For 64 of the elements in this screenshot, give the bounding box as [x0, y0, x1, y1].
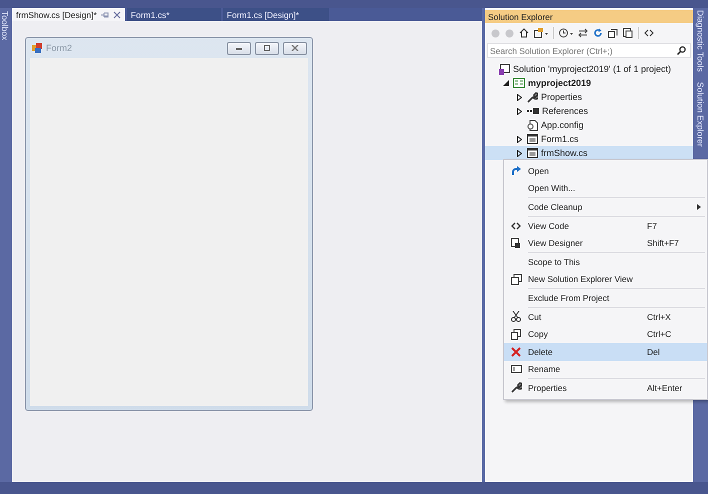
menu-item[interactable]: Code Cleanup	[504, 198, 707, 216]
wrench-icon	[527, 92, 538, 102]
menu-item[interactable]: Delete Del	[504, 342, 707, 361]
tree-item[interactable]: Solution 'myproject2019' (1 of 1 project)	[485, 62, 693, 76]
tree-item[interactable]: App.config	[485, 118, 693, 132]
scissors-icon	[511, 311, 521, 322]
menu-item[interactable]: Rename	[504, 360, 707, 378]
tree-item[interactable]: Form1.cs	[485, 132, 693, 146]
menu-item[interactable]: Cut Ctrl+X	[504, 308, 707, 326]
minimize-button[interactable]	[227, 42, 251, 54]
menu-item[interactable]: Exclude From Project	[504, 289, 707, 307]
menu-item[interactable]: New Solution Explorer View	[504, 270, 707, 288]
copy-icon	[511, 328, 521, 340]
code-icon[interactable]	[644, 28, 654, 38]
wrench-icon	[510, 382, 522, 394]
expanded-arrow-icon[interactable]	[503, 80, 509, 86]
form-icon	[32, 42, 43, 54]
csharp-project-icon	[513, 78, 525, 88]
search-icon[interactable]	[677, 46, 686, 55]
maximize-button[interactable]	[255, 42, 279, 54]
side-tab[interactable]: Solution Explorer	[696, 82, 706, 146]
minimize-icon	[235, 45, 243, 51]
menu-item[interactable]: Copy Ctrl+C	[504, 325, 707, 343]
show-all-files-icon[interactable]	[623, 28, 633, 38]
maximize-icon	[263, 45, 271, 51]
document-tab[interactable]: Form1.cs [Design]*	[222, 8, 330, 21]
config-file-icon	[527, 120, 538, 130]
home-icon[interactable]	[519, 28, 529, 38]
windows-icon	[510, 274, 522, 285]
redo-arrow-icon	[511, 166, 521, 176]
pin-icon[interactable]	[100, 10, 109, 18]
rename-icon	[510, 365, 522, 374]
menu-item[interactable]: Open	[504, 162, 707, 180]
side-tab[interactable]: Diagnostic Tools	[696, 10, 706, 72]
menu-item[interactable]: View Designer Shift+F7	[504, 234, 707, 252]
code-icon	[511, 222, 521, 230]
references-icon	[527, 107, 539, 115]
tree-item[interactable]: myproject2019	[485, 76, 693, 90]
tree-item[interactable]: References	[485, 104, 693, 118]
submenu-arrow-icon	[697, 204, 701, 210]
document-tab[interactable]: frmShow.cs [Design]*	[12, 8, 125, 21]
collapse-all-icon[interactable]	[608, 28, 618, 38]
panel-title: Solution Explorer	[488, 12, 553, 22]
document-tab[interactable]: Form1.cs*	[126, 8, 221, 21]
menu-item[interactable]: Open With...	[504, 180, 707, 198]
switch-views-icon[interactable]	[534, 28, 548, 38]
clock-icon[interactable]	[559, 28, 573, 38]
close-button[interactable]	[283, 42, 307, 54]
toolbox-tab[interactable]: Toolbox	[0, 11, 10, 40]
designer-icon	[511, 238, 521, 248]
sync-icon[interactable]	[578, 28, 588, 38]
form-file-icon	[527, 134, 538, 144]
form-title: Form2	[46, 43, 72, 53]
solution-icon	[499, 64, 510, 74]
menu-item[interactable]: Properties Alt+Enter	[504, 379, 707, 397]
tree-item[interactable]: frmShow.cs	[485, 146, 693, 160]
refresh-icon[interactable]	[593, 28, 603, 38]
menu-item[interactable]: View Code F7	[504, 216, 707, 234]
close-icon[interactable]	[112, 10, 121, 18]
delete-x-icon	[511, 346, 521, 357]
search-field[interactable]: Search Solution Explorer (Ctrl+;)	[487, 43, 691, 58]
menu-item[interactable]: Scope to This	[504, 252, 707, 271]
tree-item[interactable]: Properties	[485, 90, 693, 104]
close-icon	[291, 45, 299, 51]
